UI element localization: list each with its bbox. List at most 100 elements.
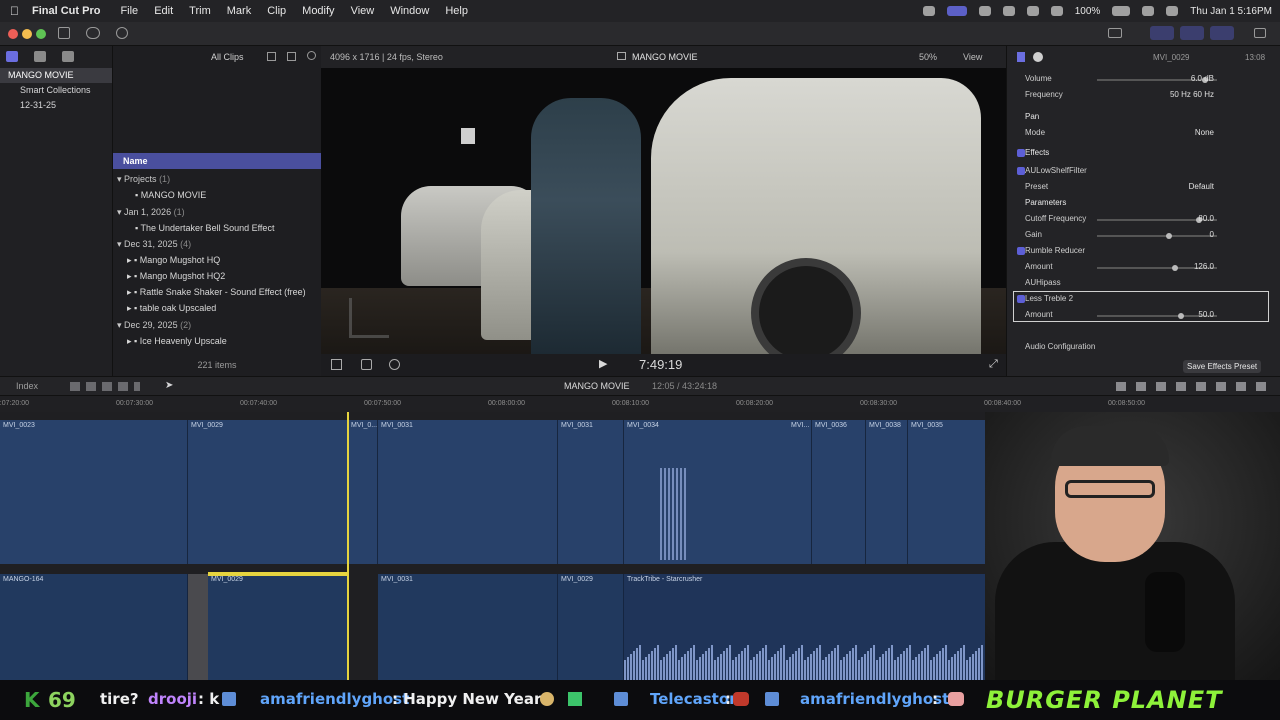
- video-clip[interactable]: MVI_0031: [558, 420, 624, 564]
- audio-clip[interactable]: MVI_0031: [378, 574, 558, 680]
- menu-mark[interactable]: Mark: [227, 5, 251, 17]
- video-clip[interactable]: MVI...: [788, 420, 812, 564]
- library-item[interactable]: MANGO MOVIE: [0, 68, 112, 83]
- effect-enable-checkbox[interactable]: [1017, 149, 1025, 157]
- background-tasks-icon[interactable]: [116, 27, 128, 39]
- zoom-window-button[interactable]: [36, 29, 46, 39]
- inspector-value[interactable]: 50 Hz 60 Hz: [1170, 90, 1214, 99]
- video-viewer[interactable]: [321, 68, 1006, 354]
- timeline-view-controls[interactable]: [1116, 382, 1266, 391]
- minimize-window-button[interactable]: [22, 29, 32, 39]
- libraries-icon[interactable]: [6, 51, 18, 62]
- inspector-value[interactable]: 126.0: [1194, 262, 1214, 271]
- app-menu[interactable]: Final Cut Pro: [32, 5, 100, 17]
- timeline-toggle-icon[interactable]: [1180, 26, 1204, 40]
- menu-view[interactable]: View: [351, 5, 375, 17]
- index-button[interactable]: Index: [16, 381, 38, 391]
- audio-inspector-icon[interactable]: [1017, 52, 1025, 62]
- inspector-value[interactable]: Default: [1189, 182, 1214, 191]
- audio-clip[interactable]: MVI_0029: [208, 574, 348, 680]
- menu-help[interactable]: Help: [445, 5, 468, 17]
- inspector-value[interactable]: 6.0 dB: [1191, 74, 1214, 83]
- audio-clip[interactable]: TrackTribe - Starcrusher: [624, 574, 1044, 680]
- edit-buttons[interactable]: [70, 382, 140, 391]
- list-item[interactable]: ▪ The Undertaker Bell Sound Effect: [135, 220, 274, 236]
- menu-trim[interactable]: Trim: [189, 5, 211, 17]
- transition[interactable]: [188, 574, 208, 680]
- close-window-button[interactable]: [8, 29, 18, 39]
- inspector-value[interactable]: None: [1195, 128, 1214, 137]
- wifi-icon[interactable]: [1050, 6, 1063, 16]
- effect-enable-checkbox[interactable]: [1017, 247, 1025, 255]
- menu-clip[interactable]: Clip: [267, 5, 286, 17]
- list-item[interactable]: ▸ ▪ table oak Upscaled: [127, 300, 216, 316]
- export-icon[interactable]: [1254, 28, 1266, 38]
- inspector-toggle-icon[interactable]: [1210, 26, 1234, 40]
- playhead[interactable]: [347, 412, 349, 680]
- video-clip[interactable]: MVI_0...: [348, 420, 378, 564]
- list-group[interactable]: ▾ Jan 1, 2026 (1): [117, 204, 185, 220]
- enhance-icon[interactable]: [361, 359, 372, 370]
- share-icon[interactable]: [1108, 28, 1122, 38]
- list-group[interactable]: ▾ Dec 31, 2025 (4): [117, 236, 191, 252]
- effect-enable-checkbox[interactable]: [1017, 167, 1025, 175]
- volume-icon[interactable]: [1002, 6, 1015, 16]
- apple-icon[interactable]: : [10, 4, 19, 18]
- screen-share-icon[interactable]: [946, 6, 967, 16]
- clip-filter[interactable]: All Clips: [211, 52, 244, 62]
- record-icon[interactable]: [922, 6, 935, 16]
- titles-icon[interactable]: [62, 51, 74, 62]
- video-clip[interactable]: MVI_0023: [0, 420, 188, 564]
- video-clip[interactable]: MVI_0034: [624, 420, 812, 564]
- display-icon[interactable]: [978, 6, 991, 16]
- video-clip[interactable]: MVI_0038: [866, 420, 908, 564]
- audio-clip[interactable]: MANGO-164: [0, 574, 188, 680]
- save-effects-preset-button[interactable]: Save Effects Preset: [1183, 360, 1262, 373]
- skimming-icon[interactable]: [287, 52, 296, 61]
- sidebar-item-smart-collections[interactable]: Smart Collections: [0, 83, 112, 98]
- select-tool-icon[interactable]: ➤: [165, 380, 173, 391]
- list-item[interactable]: ▸ ▪ Mango Mugshot HQ: [127, 252, 220, 268]
- slider-knob[interactable]: [1166, 233, 1172, 239]
- list-group[interactable]: ▾ Projects (1): [117, 171, 170, 187]
- list-item[interactable]: ▸ ▪ Rattle Snake Shaker - Sound Effect (…: [127, 284, 306, 300]
- audio-clip[interactable]: MVI_0029: [558, 574, 624, 680]
- timeline-project-title[interactable]: MANGO MOVIE: [564, 381, 630, 391]
- inspector-value[interactable]: 80.0: [1198, 214, 1214, 223]
- timeline-ruler[interactable]: 00:07:20:00 00:07:30:00 00:07:40:00 00:07:5…: [0, 396, 1280, 412]
- bluetooth-icon[interactable]: [1026, 6, 1039, 16]
- fullscreen-icon[interactable]: ⤢: [989, 358, 998, 371]
- control-center-icon[interactable]: [1166, 6, 1179, 16]
- list-item[interactable]: ▸ ▪ Ice Heavenly Upscale: [127, 333, 227, 349]
- search-icon[interactable]: [1142, 6, 1155, 16]
- import-icon[interactable]: [58, 27, 70, 39]
- browser-toggle-icon[interactable]: [1150, 26, 1174, 40]
- zoom-dropdown[interactable]: 50%: [919, 52, 937, 62]
- photos-icon[interactable]: [34, 51, 46, 62]
- menu-file[interactable]: File: [120, 5, 138, 17]
- menu-edit[interactable]: Edit: [154, 5, 173, 17]
- menu-modify[interactable]: Modify: [302, 5, 334, 17]
- name-column-header[interactable]: Name: [113, 153, 321, 169]
- video-clip[interactable]: MVI_0031: [378, 420, 558, 564]
- clip-appearance-icon[interactable]: [267, 52, 276, 61]
- inspector-value[interactable]: 0: [1210, 230, 1214, 239]
- view-dropdown[interactable]: View: [963, 52, 982, 62]
- list-item[interactable]: ▸ ▪ Mango Mugshot HQ2: [127, 268, 225, 284]
- keywords-icon[interactable]: [86, 27, 100, 39]
- audio-configuration-label[interactable]: Audio Configuration: [1025, 342, 1095, 351]
- inspector-slider[interactable]: [1097, 235, 1217, 237]
- list-item[interactable]: ▪ MANGO MOVIE: [135, 187, 206, 203]
- video-clip[interactable]: MVI_0036: [812, 420, 866, 564]
- search-icon[interactable]: [307, 51, 316, 60]
- speed-icon[interactable]: [389, 359, 400, 370]
- slider-knob[interactable]: [1172, 265, 1178, 271]
- timecode-display[interactable]: 7:49:19: [639, 357, 682, 372]
- transform-icon[interactable]: [331, 359, 342, 370]
- list-group[interactable]: ▾ Dec 29, 2025 (2): [117, 317, 191, 333]
- video-clip[interactable]: MVI_0029: [188, 420, 348, 564]
- sidebar-item-event[interactable]: 12-31-25: [0, 98, 112, 113]
- menu-window[interactable]: Window: [390, 5, 429, 17]
- info-inspector-icon[interactable]: [1033, 52, 1043, 62]
- play-button[interactable]: ▶: [599, 357, 607, 370]
